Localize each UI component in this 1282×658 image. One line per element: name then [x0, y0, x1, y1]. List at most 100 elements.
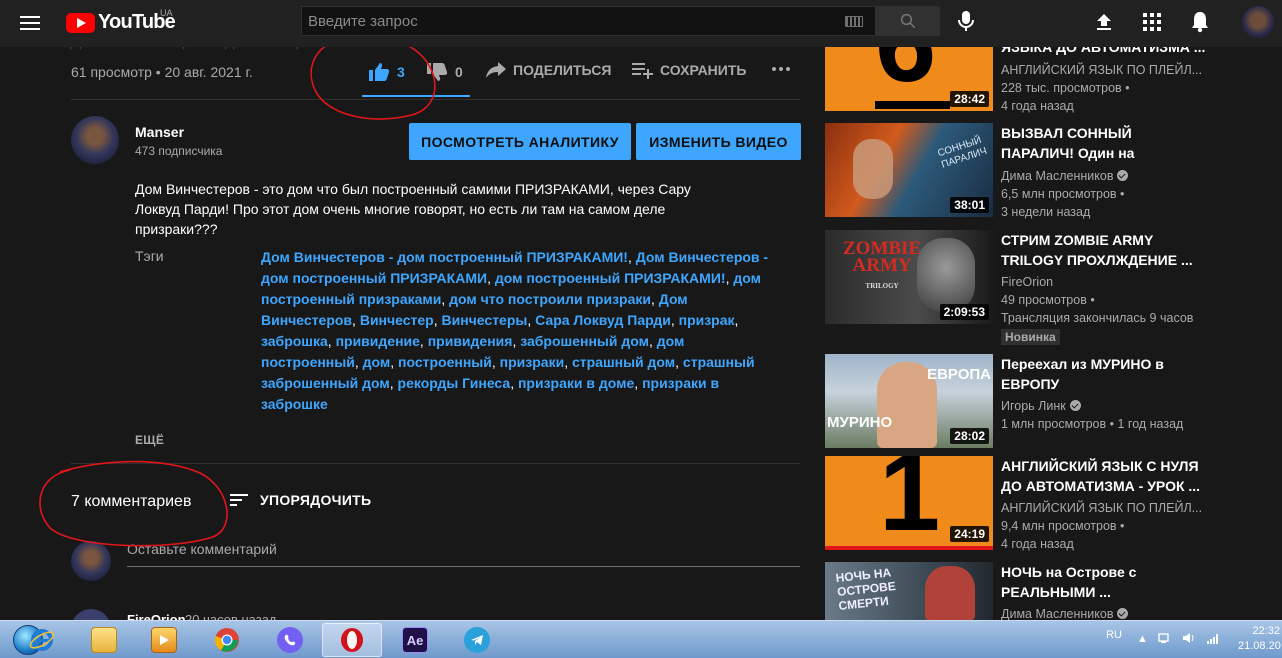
- tag-link[interactable]: построенный: [398, 354, 492, 370]
- taskbar-app-after-effects[interactable]: Ae: [385, 623, 445, 657]
- sidebar-video-title[interactable]: Переехал из МУРИНО в ЕВРОПУ: [1001, 354, 1206, 394]
- taskbar-app-telegram[interactable]: [447, 623, 507, 657]
- edit-video-button[interactable]: ИЗМЕНИТЬ ВИДЕО: [636, 123, 801, 160]
- tag-link[interactable]: призраки в доме: [518, 375, 634, 391]
- video-duration: 2:09:53: [939, 304, 989, 320]
- media-player-icon: [151, 627, 177, 653]
- sidebar-thumbnail[interactable]: НОЧЬ НА ОСТРОВЕ СМЕРТИ: [825, 562, 993, 620]
- apps-button[interactable]: [1140, 10, 1164, 34]
- taskbar-app-ie[interactable]: [12, 623, 72, 657]
- save-button[interactable]: СОХРАНИТЬ: [632, 60, 746, 80]
- tag-link[interactable]: Сара Локвуд Парди: [535, 312, 671, 328]
- sidebar-thumbnail[interactable]: ЕВРОПА МУРИНО 28:02: [825, 354, 993, 448]
- show-hidden-icons[interactable]: ▲: [1137, 633, 1148, 645]
- sort-comments-button[interactable]: УПОРЯДОЧИТЬ: [230, 492, 371, 508]
- like-button[interactable]: 3: [367, 60, 405, 84]
- tag-link[interactable]: Винчестеры: [442, 312, 528, 328]
- show-more-button[interactable]: ЕЩЁ: [135, 433, 164, 447]
- share-button[interactable]: ПОДЕЛИТЬСЯ: [485, 60, 611, 80]
- channel-avatar[interactable]: [71, 116, 119, 164]
- tag-link[interactable]: заброшка: [261, 333, 328, 349]
- sidebar-video-stats: 1 млн просмотров • 1 год назад: [1001, 417, 1184, 431]
- taskbar-app-opera[interactable]: [322, 623, 382, 657]
- tag-link[interactable]: заброшенный дом: [520, 333, 649, 349]
- sidebar-thumbnail[interactable]: СОННЫЙ ПАРАЛИЧ 38:01: [825, 123, 993, 217]
- notifications-button[interactable]: [1188, 10, 1212, 34]
- thumb-figure: [853, 139, 893, 199]
- thumbs-down-icon: [427, 63, 448, 81]
- sidebar-video-age: 4 года назад: [1001, 537, 1074, 551]
- voice-search-button[interactable]: [953, 8, 979, 34]
- sidebar-video-title[interactable]: СТРИМ ZOMBIE ARMY TRILOGY ПРОХЛЖДЕНИЕ ..…: [1001, 230, 1206, 270]
- video-duration: 38:01: [950, 197, 989, 213]
- menu-icon[interactable]: [20, 13, 40, 33]
- sidebar-video-title[interactable]: ВЫЗВАЛ СОННЫЙ ПАРАЛИЧ! Один на ЗАБРОШКЕ …: [1001, 123, 1206, 163]
- verified-icon: [1117, 170, 1129, 181]
- tag-link[interactable]: привидение: [336, 333, 420, 349]
- sidebar-video-title[interactable]: НОЧЬ на Острове с РЕАЛЬНЫМИ ...: [1001, 562, 1206, 602]
- tag-link[interactable]: дом что построили призраки: [449, 291, 651, 307]
- upload-button[interactable]: [1092, 10, 1116, 34]
- new-badge: Новинка: [1001, 329, 1060, 345]
- tag-link[interactable]: Дом Винчестеров - дом построенный ПРИЗРА…: [261, 249, 628, 265]
- taskbar-app-chrome[interactable]: [197, 623, 257, 657]
- thumb-text: 1: [879, 456, 941, 550]
- thumb-figure: [925, 566, 975, 620]
- bell-icon: [1192, 12, 1208, 33]
- taskbar-app-media-player[interactable]: [134, 623, 194, 657]
- tag-link[interactable]: дом: [363, 354, 391, 370]
- keyboard-icon[interactable]: [845, 16, 863, 27]
- language-indicator[interactable]: RU: [1106, 629, 1122, 641]
- playlist-add-icon: [632, 63, 653, 79]
- sidebar-video-stats: 49 просмотров •: [1001, 293, 1095, 307]
- youtube-play-icon: [66, 12, 95, 33]
- taskbar-app-viber[interactable]: [260, 623, 320, 657]
- tag-link[interactable]: рекорды Гинеса: [398, 375, 511, 391]
- verified-icon: [1069, 400, 1081, 411]
- network-icon[interactable]: [1158, 631, 1172, 648]
- search-button[interactable]: [875, 6, 940, 36]
- sidebar-channel-name[interactable]: FireOrion: [1001, 275, 1053, 289]
- sidebar-video-stats: 9,4 млн просмотров •: [1001, 519, 1125, 533]
- analytics-button[interactable]: ПОСМОТРЕТЬ АНАЛИТИКУ: [409, 123, 631, 160]
- sidebar-video-age: Трансляция закончилась 9 часов: [1001, 311, 1194, 325]
- dislike-button[interactable]: 0: [425, 60, 463, 84]
- account-avatar[interactable]: [1242, 6, 1274, 38]
- tag-link[interactable]: дом построенный ПРИЗРАКАМИ!: [495, 270, 726, 286]
- subscriber-count: 473 подписчика: [135, 144, 223, 158]
- tag-link[interactable]: страшный дом: [572, 354, 675, 370]
- more-horizontal-icon: [772, 67, 790, 71]
- system-clock[interactable]: 22:32 21.08.20: [1238, 624, 1281, 654]
- opera-icon: [339, 627, 365, 653]
- search-icon: [900, 13, 915, 29]
- video-description: Дом Винчестеров - это дом что был постро…: [135, 181, 691, 237]
- sidebar-channel-name[interactable]: Игорь Линк: [1001, 399, 1081, 413]
- clock-time: 22:32: [1252, 625, 1280, 637]
- sidebar-video-title[interactable]: АНГЛИЙСКИЙ ЯЗЫК С НУЛЯ ДО АВТОМАТИЗМА - …: [1001, 456, 1206, 496]
- sidebar-thumbnail[interactable]: 1 24:19: [825, 456, 993, 550]
- thumb-figure: [917, 238, 975, 312]
- more-actions-button[interactable]: [771, 66, 797, 72]
- tag-link[interactable]: призрак: [679, 312, 735, 328]
- search-input[interactable]: [302, 7, 875, 35]
- masthead: YouTube UA: [0, 0, 1282, 47]
- telegram-icon: [464, 627, 490, 653]
- comment-input[interactable]: Оставьте комментарий: [127, 541, 800, 567]
- sidebar-channel-name[interactable]: АНГЛИЙСКИЙ ЯЗЫК ПО ПЛЕЙЛ...: [1001, 501, 1202, 515]
- signal-icon[interactable]: [1206, 631, 1220, 648]
- save-label: СОХРАНИТЬ: [660, 62, 747, 78]
- sidebar-video-stats: 228 тыс. просмотров •: [1001, 81, 1130, 95]
- tag-link[interactable]: призраки: [500, 354, 565, 370]
- sidebar-channel-name[interactable]: Дима Масленников: [1001, 607, 1129, 621]
- internet-explorer-icon: [29, 627, 55, 653]
- sidebar-channel-name[interactable]: Дима Масленников: [1001, 169, 1129, 183]
- tag-link[interactable]: Винчестер: [360, 312, 434, 328]
- sidebar-thumbnail[interactable]: ZOMBIE ARMY TRILOGY 2:09:53: [825, 230, 993, 324]
- channel-name[interactable]: Manser: [135, 124, 184, 140]
- taskbar-app-explorer[interactable]: [74, 623, 134, 657]
- volume-icon[interactable]: [1182, 631, 1196, 648]
- sidebar-channel-name[interactable]: АНГЛИЙСКИЙ ЯЗЫК ПО ПЛЕЙЛ...: [1001, 63, 1202, 77]
- tag-link[interactable]: привидения: [428, 333, 513, 349]
- youtube-logo[interactable]: YouTube UA: [66, 8, 176, 34]
- search-box: [301, 6, 876, 36]
